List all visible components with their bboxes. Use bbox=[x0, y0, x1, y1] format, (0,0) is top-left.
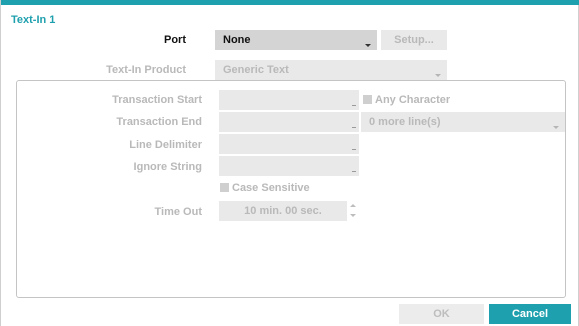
text-in-product-value: Generic Text bbox=[223, 64, 289, 76]
spinner-up-icon[interactable] bbox=[350, 204, 356, 207]
line-delimiter-label: Line Delimiter bbox=[129, 139, 202, 151]
cancel-button[interactable]: Cancel bbox=[489, 304, 571, 324]
transaction-start-input[interactable] bbox=[219, 90, 359, 110]
dialog-title: Text-In 1 bbox=[11, 14, 56, 26]
transaction-end-label: Transaction End bbox=[116, 116, 202, 128]
text-in-product-select[interactable]: Generic Text bbox=[215, 60, 447, 80]
edit-mark-icon bbox=[352, 171, 356, 172]
port-select[interactable]: None bbox=[215, 30, 377, 50]
text-in-dialog: Text-In 1 Port None Setup... Text-In Pro… bbox=[0, 0, 579, 326]
more-lines-value: 0 more line(s) bbox=[369, 116, 441, 128]
port-select-value: None bbox=[223, 34, 251, 46]
time-out-spinner[interactable]: 10 min. 00 sec. bbox=[219, 201, 347, 221]
setup-button[interactable]: Setup... bbox=[381, 30, 447, 50]
dropdown-arrow-icon bbox=[365, 44, 371, 47]
edit-mark-icon bbox=[352, 127, 356, 128]
line-delimiter-input[interactable] bbox=[219, 134, 359, 154]
edit-mark-icon bbox=[352, 149, 356, 150]
transaction-start-label: Transaction Start bbox=[112, 94, 202, 106]
ok-button[interactable]: OK bbox=[399, 304, 484, 324]
ignore-string-input[interactable] bbox=[219, 156, 359, 176]
text-in-product-label: Text-In Product bbox=[106, 64, 186, 76]
port-label: Port bbox=[164, 34, 186, 46]
more-lines-select[interactable]: 0 more line(s) bbox=[361, 112, 565, 132]
case-sensitive-label: Case Sensitive bbox=[232, 182, 310, 194]
time-out-label: Time Out bbox=[154, 206, 202, 218]
ignore-string-label: Ignore String bbox=[133, 161, 202, 173]
transaction-end-input[interactable] bbox=[219, 112, 359, 132]
dialog-accent-bar bbox=[1, 0, 579, 5]
spinner-down-icon[interactable] bbox=[350, 214, 356, 217]
dropdown-arrow-icon bbox=[435, 74, 441, 77]
any-character-checkbox[interactable] bbox=[363, 95, 372, 104]
dropdown-arrow-icon bbox=[553, 126, 559, 129]
edit-mark-icon bbox=[352, 105, 356, 106]
any-character-label: Any Character bbox=[375, 94, 451, 106]
case-sensitive-checkbox[interactable] bbox=[220, 183, 229, 192]
